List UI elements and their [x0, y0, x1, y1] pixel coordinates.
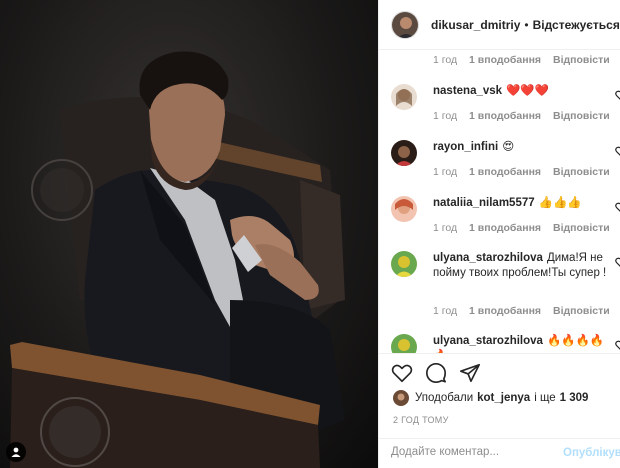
- comment-input[interactable]: [391, 446, 551, 458]
- header-separator: •: [524, 17, 529, 32]
- post-header: dikusar_dmitriy • Відстежується: [379, 0, 620, 50]
- paper-plane-icon[interactable]: [459, 362, 481, 384]
- person-icon: [11, 447, 21, 457]
- comment-like-icon[interactable]: [615, 146, 620, 156]
- commenter-avatar[interactable]: [391, 251, 417, 277]
- comment-text-block: nataliia_nilam5577 👍👍👍: [433, 196, 613, 211]
- commenter-avatar-image: [391, 84, 417, 110]
- likes-summary: Уподобали kot_jenya і ще 1 309: [393, 390, 588, 406]
- comment-time: 1 год: [433, 110, 458, 122]
- comment-bubble-icon[interactable]: [425, 362, 447, 384]
- comment-time: 1 год: [433, 222, 458, 234]
- comment-meta: 1 год 1 вподобання Відповісти: [433, 110, 619, 122]
- liker-avatar[interactable]: [393, 390, 409, 406]
- post-actions: Уподобали kot_jenya і ще 1 309 2 ГОД ТОМ…: [379, 353, 620, 465]
- comment-meta: 1 год 1 вподобання Відповісти: [433, 305, 619, 317]
- comment-text-block: nastena_vsk ❤️❤️❤️: [433, 84, 613, 99]
- commenter-avatar[interactable]: [391, 140, 417, 166]
- comment-like-icon[interactable]: [615, 90, 620, 100]
- comment-text-block: rayon_infini 😍: [433, 140, 613, 155]
- comment-reply-button[interactable]: Відповісти: [553, 305, 610, 317]
- comment-time: 1 год: [433, 54, 458, 66]
- comment-likes[interactable]: 1 вподобання: [469, 222, 541, 234]
- commenter-avatar-image: [391, 334, 417, 353]
- comment-text-block: ulyana_starozhilova🔥🔥🔥🔥🔥: [433, 334, 613, 353]
- action-icons: [391, 362, 481, 384]
- comment-text: ❤️❤️❤️: [506, 85, 550, 97]
- comment-text: 👍👍👍: [538, 197, 582, 209]
- comment-username[interactable]: rayon_infini: [433, 141, 498, 153]
- comment-like-icon[interactable]: [615, 257, 620, 267]
- commenter-avatar-image: [391, 196, 417, 222]
- comment-reply-button[interactable]: Відповісти: [553, 110, 610, 122]
- post-photo-illustration: [0, 0, 378, 468]
- add-comment-bar: Опублікувати: [379, 438, 620, 466]
- commenter-avatar-image: [391, 140, 417, 166]
- comment-text: 😍: [502, 141, 515, 153]
- comment-time: 1 год: [433, 166, 458, 178]
- likes-prefix: Уподобали: [415, 392, 474, 404]
- comment-username[interactable]: nastena_vsk: [433, 85, 502, 97]
- comment-likes[interactable]: 1 вподобання: [469, 110, 541, 122]
- comment-likes[interactable]: 1 вподобання: [469, 166, 541, 178]
- comment-likes[interactable]: 1 вподобання: [469, 54, 541, 66]
- commenter-avatar[interactable]: [391, 196, 417, 222]
- comment-reply-button[interactable]: Відповісти: [553, 54, 610, 66]
- author-avatar[interactable]: [391, 10, 419, 39]
- liker-avatar-image: [393, 390, 409, 406]
- likes-count[interactable]: 1 309: [560, 392, 589, 404]
- commenter-avatar-image: [391, 251, 417, 277]
- heart-outline-icon[interactable]: [391, 362, 413, 384]
- liker-username[interactable]: kot_jenya: [477, 392, 530, 404]
- comment-meta: 1 год 1 вподобання Відповісти: [433, 222, 619, 234]
- comment-username[interactable]: ulyana_starozhilova: [433, 335, 543, 347]
- likes-connector: і ще: [534, 392, 556, 404]
- comment-meta: 1 год 1 вподобання Відповісти: [433, 54, 619, 66]
- publish-button[interactable]: Опублікувати: [563, 447, 620, 459]
- tagged-users-button[interactable]: [6, 442, 26, 462]
- commenter-avatar[interactable]: [391, 84, 417, 110]
- comment-like-icon[interactable]: [615, 202, 620, 212]
- comments-list: 1 год 1 вподобання Відповісти nastena_vs…: [379, 50, 620, 353]
- commenter-avatar[interactable]: [391, 334, 417, 353]
- comment-text-block: ulyana_starozhilova Дима!Я не пойму твоих…: [433, 251, 613, 281]
- post-side-panel: dikusar_dmitriy • Відстежується 1 год 1 …: [378, 0, 620, 468]
- post-timestamp[interactable]: 2 ГОД ТОМУ: [393, 415, 449, 425]
- comment-reply-button[interactable]: Відповісти: [553, 166, 610, 178]
- comment-meta: 1 год 1 вподобання Відповісти: [433, 166, 619, 178]
- comment-likes[interactable]: 1 вподобання: [469, 305, 541, 317]
- comment-username[interactable]: ulyana_starozhilova: [433, 252, 543, 264]
- following-button[interactable]: Відстежується: [533, 18, 620, 32]
- comment-username[interactable]: nataliia_nilam5577: [433, 197, 535, 209]
- post-photo[interactable]: [0, 0, 378, 468]
- comment-time: 1 год: [433, 305, 458, 317]
- author-avatar-image: [392, 11, 418, 38]
- comment-like-icon[interactable]: [615, 340, 620, 350]
- comment-reply-button[interactable]: Відповісти: [553, 222, 610, 234]
- author-username[interactable]: dikusar_dmitriy: [431, 18, 520, 32]
